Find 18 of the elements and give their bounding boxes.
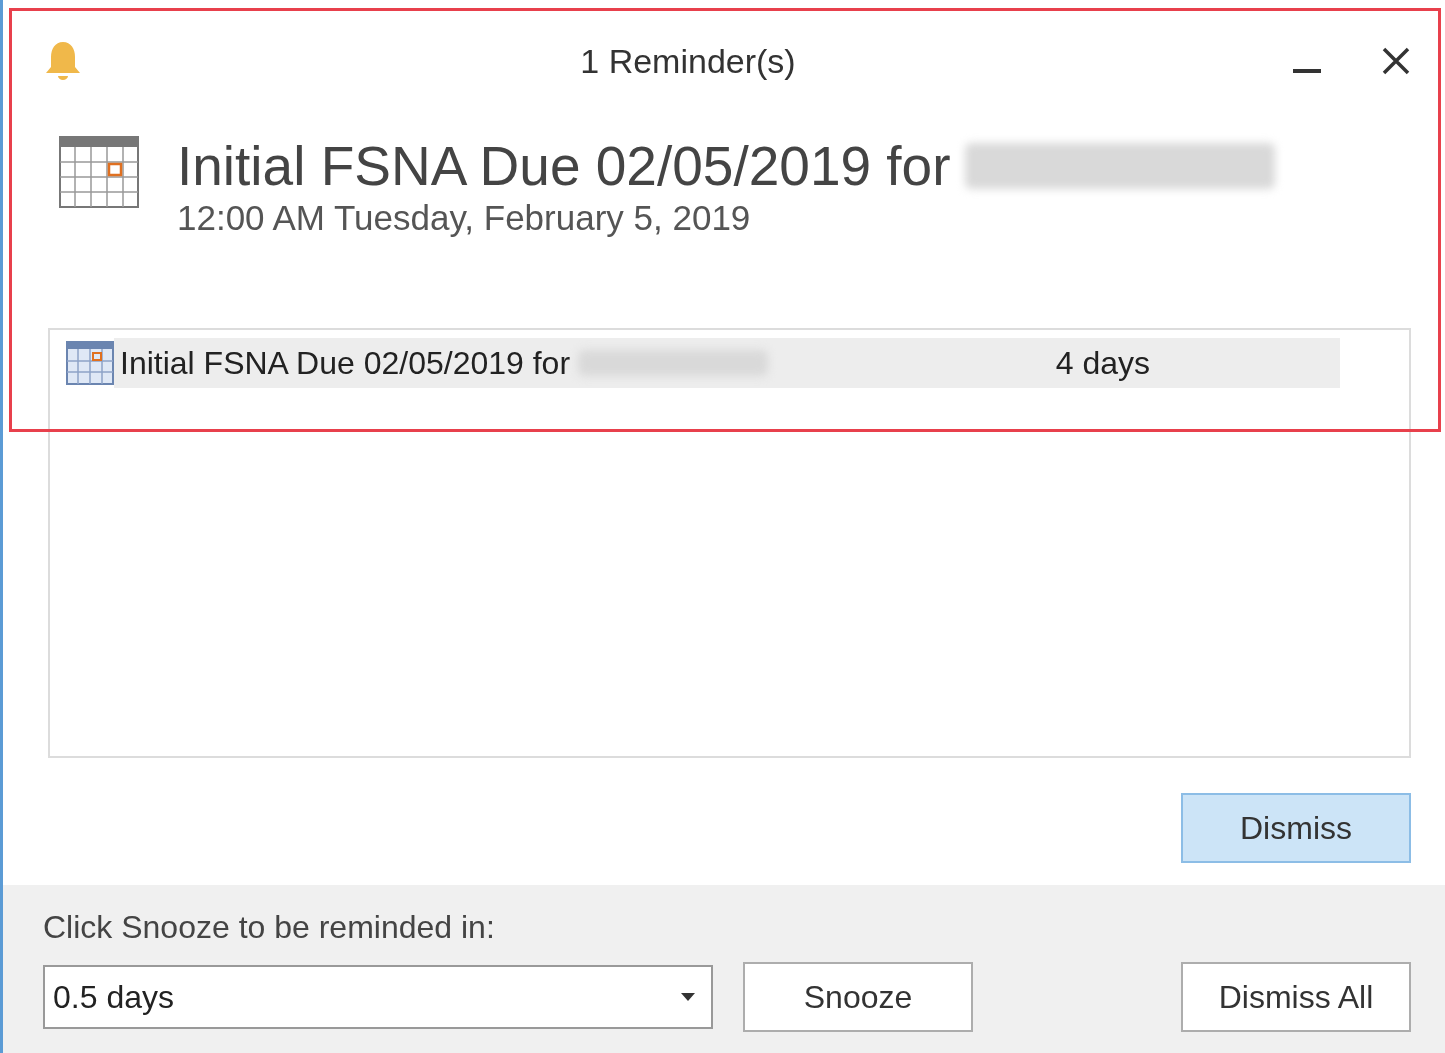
snooze-label: Click Snooze to be reminded in: (43, 909, 496, 946)
snooze-dropdown[interactable]: 0.5 days (43, 965, 713, 1029)
window-title: 1 Reminder(s) (579, 41, 797, 81)
calendar-icon (59, 136, 139, 208)
item-subject: Initial FSNA Due 02/05/2019 for (120, 344, 571, 382)
minimize-icon (1293, 69, 1321, 73)
dismiss-button[interactable]: Dismiss (1181, 793, 1411, 863)
reminder-list-item[interactable]: Initial FSNA Due 02/05/2019 for 4 days (114, 338, 1340, 388)
due-in-text: 4 days (1055, 344, 1150, 382)
caret-icon (681, 993, 695, 1001)
snooze-button[interactable]: Snooze (743, 962, 973, 1032)
dismiss-all-button[interactable]: Dismiss All (1181, 962, 1411, 1032)
reminder-time: 12:00 AM Tuesday, February 5, 2019 (177, 198, 752, 238)
close-icon (1381, 46, 1411, 76)
reminder-subject: Initial FSNA Due 02/05/2019 for (177, 134, 951, 198)
bell-icon (43, 39, 83, 83)
calendar-icon (66, 341, 114, 385)
close-button[interactable] (1381, 46, 1411, 76)
